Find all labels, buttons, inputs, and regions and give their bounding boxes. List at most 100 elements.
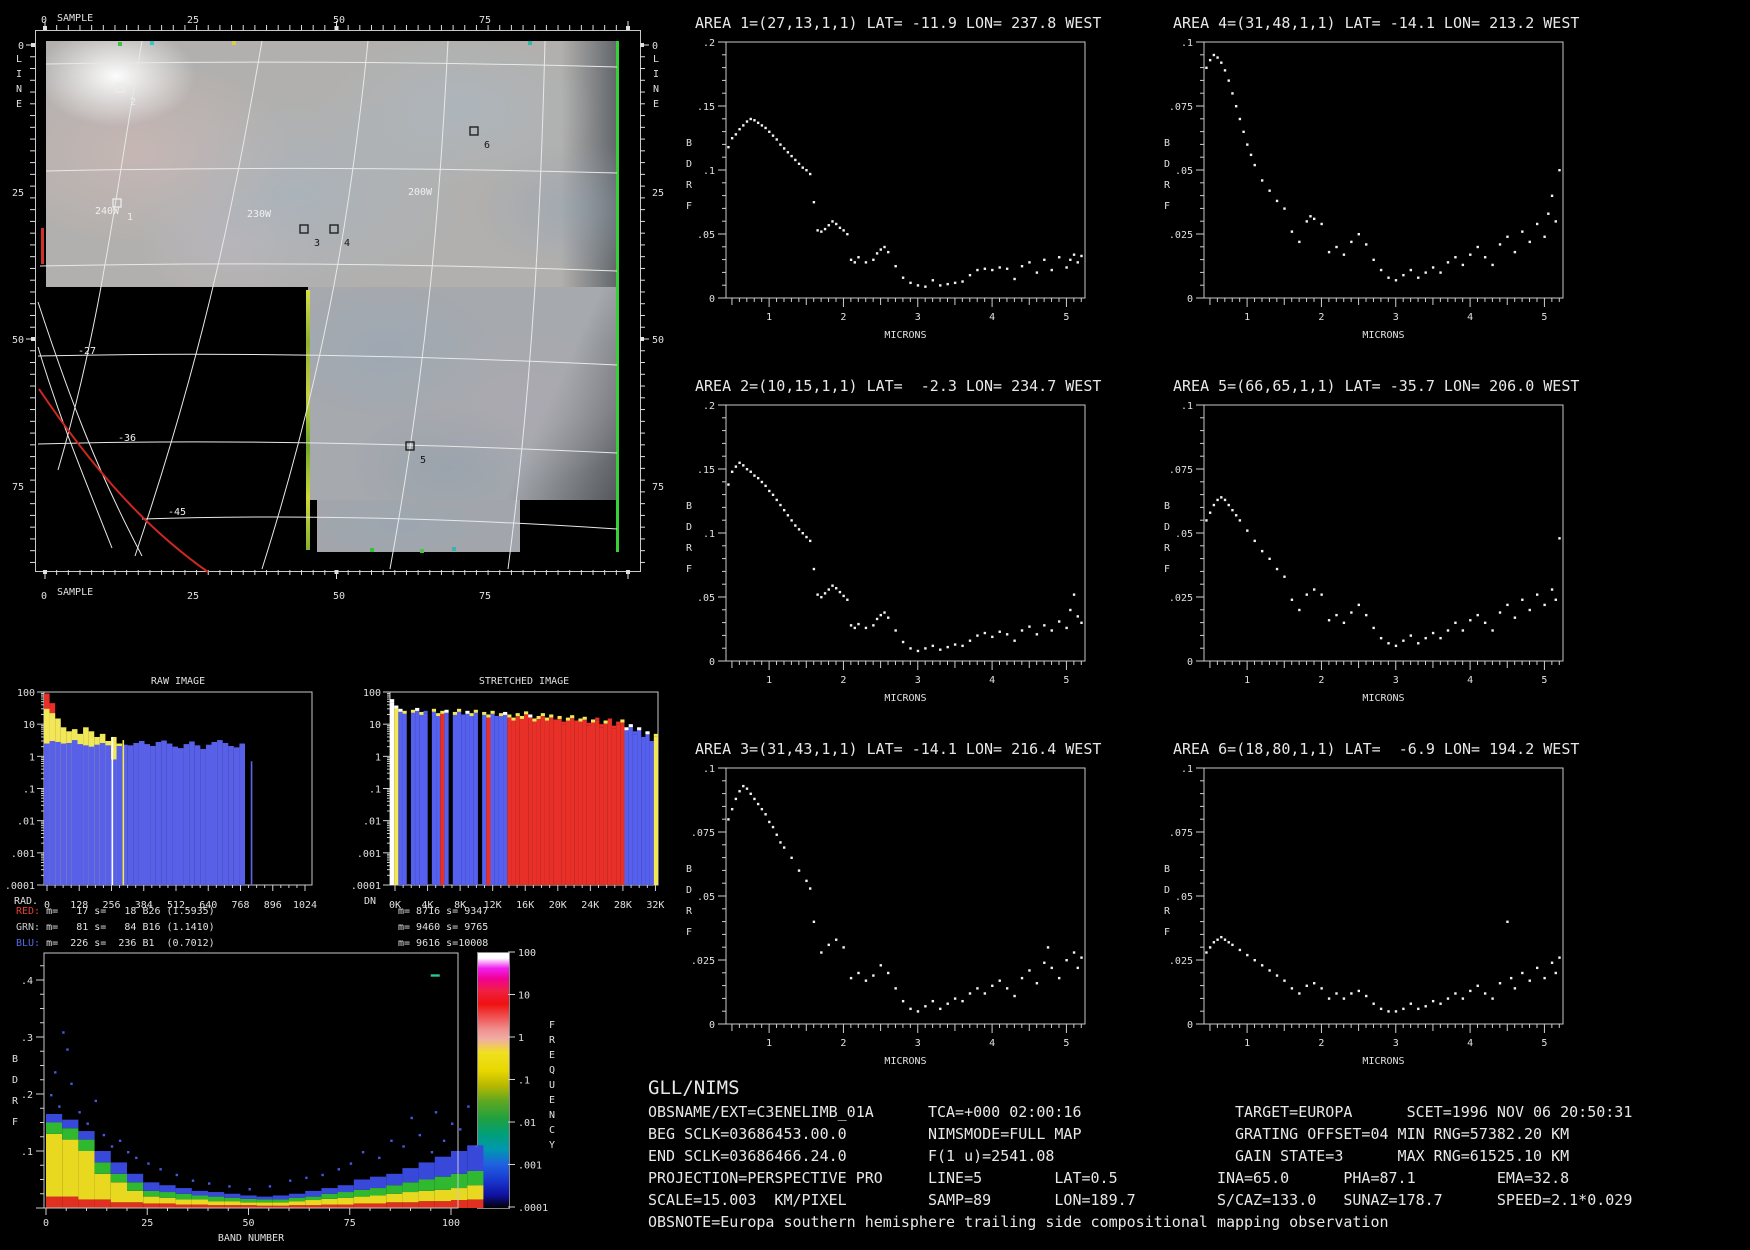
svg-text:I: I (653, 69, 659, 80)
svg-text:.001: .001 (357, 849, 381, 860)
svg-text:F: F (12, 1117, 18, 1128)
svg-text:B: B (1164, 138, 1170, 149)
svg-text:12K: 12K (484, 900, 502, 911)
svg-text:D: D (1164, 159, 1170, 170)
spectrum-panel-2: 12345.2.15.1.050BDRF (686, 401, 1085, 686)
svg-text:2: 2 (840, 312, 846, 323)
spectrum-points-2 (727, 462, 1082, 653)
svg-text:10: 10 (369, 720, 381, 731)
svg-text:2: 2 (1318, 312, 1324, 323)
svg-text:75: 75 (652, 482, 664, 493)
svg-text:4K: 4K (422, 900, 434, 911)
spectrum-points-4 (1205, 54, 1560, 282)
svg-text:0: 0 (41, 591, 47, 602)
svg-text:5: 5 (1063, 675, 1069, 686)
svg-text:R: R (1164, 543, 1171, 554)
svg-text:5: 5 (1063, 312, 1069, 323)
svg-text:.05: .05 (697, 593, 715, 604)
svg-text:4: 4 (344, 238, 350, 249)
svg-text:-27: -27 (78, 346, 96, 357)
svg-text:.1: .1 (703, 764, 715, 775)
svg-text:5: 5 (1063, 1038, 1069, 1049)
svg-text:R: R (1164, 906, 1171, 917)
svg-text:.2: .2 (703, 401, 715, 412)
svg-text:4: 4 (1467, 312, 1473, 323)
svg-text:1: 1 (29, 752, 35, 763)
svg-text:D: D (1164, 885, 1170, 896)
svg-text:E: E (16, 99, 22, 110)
svg-text:1: 1 (766, 1038, 772, 1049)
svg-text:E: E (549, 1050, 555, 1061)
svg-text:3: 3 (1393, 1038, 1399, 1049)
svg-text:20K: 20K (549, 900, 567, 911)
svg-text:1: 1 (375, 752, 381, 763)
svg-text:0K: 0K (389, 900, 401, 911)
svg-text:.2: .2 (703, 38, 715, 49)
svg-text:32K: 32K (646, 900, 664, 911)
svg-text:28K: 28K (614, 900, 632, 911)
svg-text:.1: .1 (21, 1147, 33, 1158)
svg-text:50: 50 (333, 591, 345, 602)
stretched-histogram: 100101.1.01.001.00010K4K8K12K16K20K24K28… (351, 688, 665, 911)
svg-text:.15: .15 (697, 102, 715, 113)
svg-text:2: 2 (1318, 675, 1324, 686)
svg-text:.1: .1 (518, 1076, 530, 1087)
svg-text:B: B (686, 864, 692, 875)
svg-text:10: 10 (518, 991, 530, 1002)
svg-text:.075: .075 (1169, 102, 1193, 113)
svg-text:512: 512 (167, 900, 185, 911)
svg-text:100: 100 (518, 948, 536, 959)
svg-text:Y: Y (549, 1140, 555, 1151)
svg-text:-45: -45 (168, 507, 186, 518)
svg-text:.001: .001 (518, 1161, 542, 1172)
svg-text:3: 3 (915, 675, 921, 686)
svg-text:4: 4 (989, 1038, 995, 1049)
svg-text:25: 25 (187, 591, 199, 602)
svg-text:75: 75 (344, 1218, 356, 1229)
svg-text:1: 1 (766, 675, 772, 686)
svg-text:B: B (12, 1054, 18, 1065)
svg-text:640: 640 (199, 900, 217, 911)
svg-text:E: E (549, 1095, 555, 1106)
svg-text:.01: .01 (17, 817, 35, 828)
svg-text:.2: .2 (21, 1090, 33, 1101)
svg-text:F: F (1164, 927, 1170, 938)
svg-text:25: 25 (652, 188, 664, 199)
svg-text:4: 4 (1467, 1038, 1473, 1049)
svg-text:0: 0 (1187, 294, 1193, 305)
map-area-markers: 123456 (113, 84, 490, 466)
svg-text:5: 5 (1541, 675, 1547, 686)
svg-text:.075: .075 (691, 828, 715, 839)
svg-text:0: 0 (43, 1218, 49, 1229)
svg-text:2: 2 (130, 97, 136, 108)
svg-text:U: U (549, 1080, 555, 1091)
svg-text:0: 0 (41, 15, 47, 26)
svg-text:100: 100 (17, 688, 35, 699)
svg-text:.1: .1 (1181, 401, 1193, 412)
svg-text:.075: .075 (1169, 465, 1193, 476)
svg-text:F: F (686, 927, 692, 938)
svg-text:.3: .3 (21, 1033, 33, 1044)
svg-text:B: B (1164, 864, 1170, 875)
svg-text:100: 100 (442, 1218, 460, 1229)
svg-text:R: R (12, 1096, 19, 1107)
svg-text:5: 5 (1541, 312, 1547, 323)
svg-text:200W: 200W (408, 187, 433, 198)
svg-text:.0001: .0001 (5, 881, 35, 892)
svg-text:75: 75 (479, 15, 491, 26)
svg-text:5: 5 (1541, 1038, 1547, 1049)
svg-text:F: F (549, 1020, 555, 1031)
svg-text:F: F (686, 564, 692, 575)
svg-text:.4: .4 (21, 976, 33, 987)
svg-text:16K: 16K (516, 900, 534, 911)
svg-text:3: 3 (1393, 675, 1399, 686)
svg-text:E: E (653, 99, 659, 110)
svg-text:2: 2 (840, 1038, 846, 1049)
svg-text:.01: .01 (518, 1118, 536, 1129)
svg-text:4: 4 (989, 675, 995, 686)
svg-text:1: 1 (518, 1033, 524, 1044)
svg-text:N: N (16, 84, 22, 95)
spectrum-points-3 (727, 785, 1082, 1013)
svg-text:4: 4 (1467, 675, 1473, 686)
nims-display-screen: SAMPLE SAMPLE AREA 1=(27,13,1,1) LAT= -1… (0, 0, 1750, 1250)
